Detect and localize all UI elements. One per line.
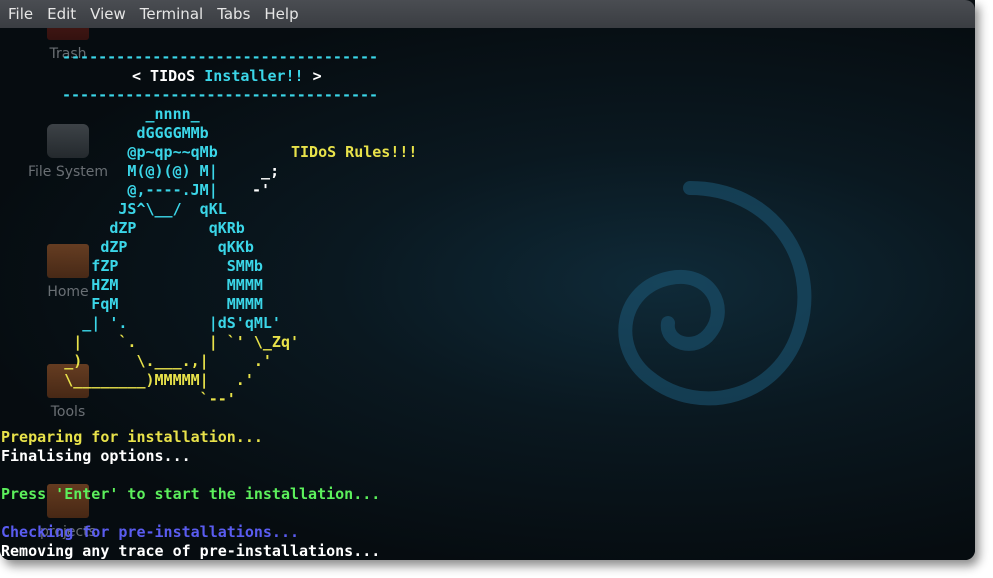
status-line: Checking for pre-installations... [1,523,300,541]
menu-file[interactable]: File [0,0,40,28]
banner-title: < TIDoS Installer!! > [132,67,322,86]
ascii-art-line: _) \.___.,| .' [1,352,272,370]
ascii-art-line: M(@)(@) M| [1,162,218,180]
menu-edit[interactable]: Edit [40,0,83,28]
terminal-output[interactable]: ----------------------------------- < TI… [0,28,975,560]
rules-tail-2: -' [243,181,271,199]
status-line: Removing any trace of pre-installations.… [1,542,381,560]
menubar: File Edit View Terminal Tabs Help [0,0,975,28]
rules-tail-1: _; [243,162,280,180]
ascii-art-line: JS^\__/ qKL [1,200,227,218]
menu-help[interactable]: Help [257,0,305,28]
status-line: Finalising options... [1,447,191,465]
ascii-art-line: @,----.JM| [1,181,218,199]
ascii-art-line: \________)MMMMM| .' [1,371,254,389]
ascii-art-line: dZP qKKb [1,238,254,256]
ascii-art-line: `--' [1,390,236,408]
banner-highlight: Installer!! [204,67,304,85]
ascii-art-line: fZP SMMb [1,257,263,275]
ascii-art-line: | `. | `' \_Zq' [1,333,300,351]
banner-rule-bottom: ----------------------------------- [62,86,379,104]
status-line: Press 'Enter' to start the installation.… [1,485,381,503]
menu-view[interactable]: View [83,0,133,28]
ascii-art-line: _| '. |dS'qML' [1,314,281,332]
status-line: Preparing for installation... [1,428,263,446]
ascii-art-line: dGGGGMMb [1,124,209,142]
ascii-art-line: _nnnn_ [1,105,200,123]
menu-terminal[interactable]: Terminal [133,0,210,28]
banner-suffix: > [303,67,322,85]
ascii-art-line: dZP qKRb [1,219,245,237]
banner-prefix: < TIDoS [132,67,205,85]
terminal-window: File Edit View Terminal Tabs Help Trash … [0,0,975,560]
ascii-art-line: FqM MMMM [1,295,263,313]
banner-rule-top: ----------------------------------- [62,48,379,66]
menu-tabs[interactable]: Tabs [210,0,257,28]
ascii-art-line: HZM MMMM [1,276,263,294]
ascii-art-line: @p~qp~~qMb [1,143,218,161]
rules-text: TIDoS Rules!!! [291,143,418,161]
